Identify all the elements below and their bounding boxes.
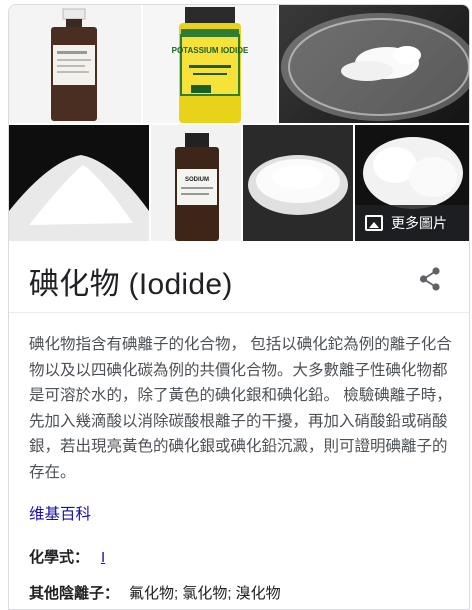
bottle-label-text: SODIUM [185,177,209,183]
fact-value: 氟化物; 氯化物; 溴化物 [129,585,281,602]
more-photos-button[interactable]: 更多圖片 [355,205,469,241]
fact-row-other-anions: 其他陰離子： 氟化物; 氯化物; 溴化物 [29,582,281,603]
knowledge-panel: POTASSIUM IODIDE SODIUM 更多圖片 碘化物 (Iodide… [8,4,470,610]
gallery-image-potassium-iodide[interactable]: POTASSIUM IODIDE [143,5,277,123]
fact-value-link[interactable]: I [101,549,105,566]
gallery-image-powder-bowl[interactable] [243,125,353,241]
entity-header: 碘化物 (Iodide) [9,241,469,313]
image-icon [365,215,383,231]
gallery-image-sodium-iodide-bottle[interactable]: SODIUM [151,125,241,241]
share-icon[interactable] [419,267,441,291]
fact-row-formula: 化學式： I [29,546,105,567]
jar-label-text: POTASSIUM IODIDE [172,46,249,55]
gallery-image-crystal-pile[interactable] [9,125,149,241]
wikipedia-link[interactable]: 维基百科 [29,502,91,524]
fact-label: 化學式： [29,549,90,566]
entity-description: 碘化物指含有碘離子的化合物， 包括以碘化鉈為例的離子化合物以及以四碘化碳為例的共… [29,336,452,481]
more-photos-label: 更多圖片 [391,215,447,231]
fact-label: 其他陰離子： [29,585,120,602]
image-gallery: POTASSIUM IODIDE SODIUM 更多圖片 [9,5,469,241]
gallery-image-powder-dish[interactable] [279,5,469,123]
entity-title: 碘化物 (Iodide) [29,268,233,301]
gallery-image-bottle[interactable] [9,5,141,123]
